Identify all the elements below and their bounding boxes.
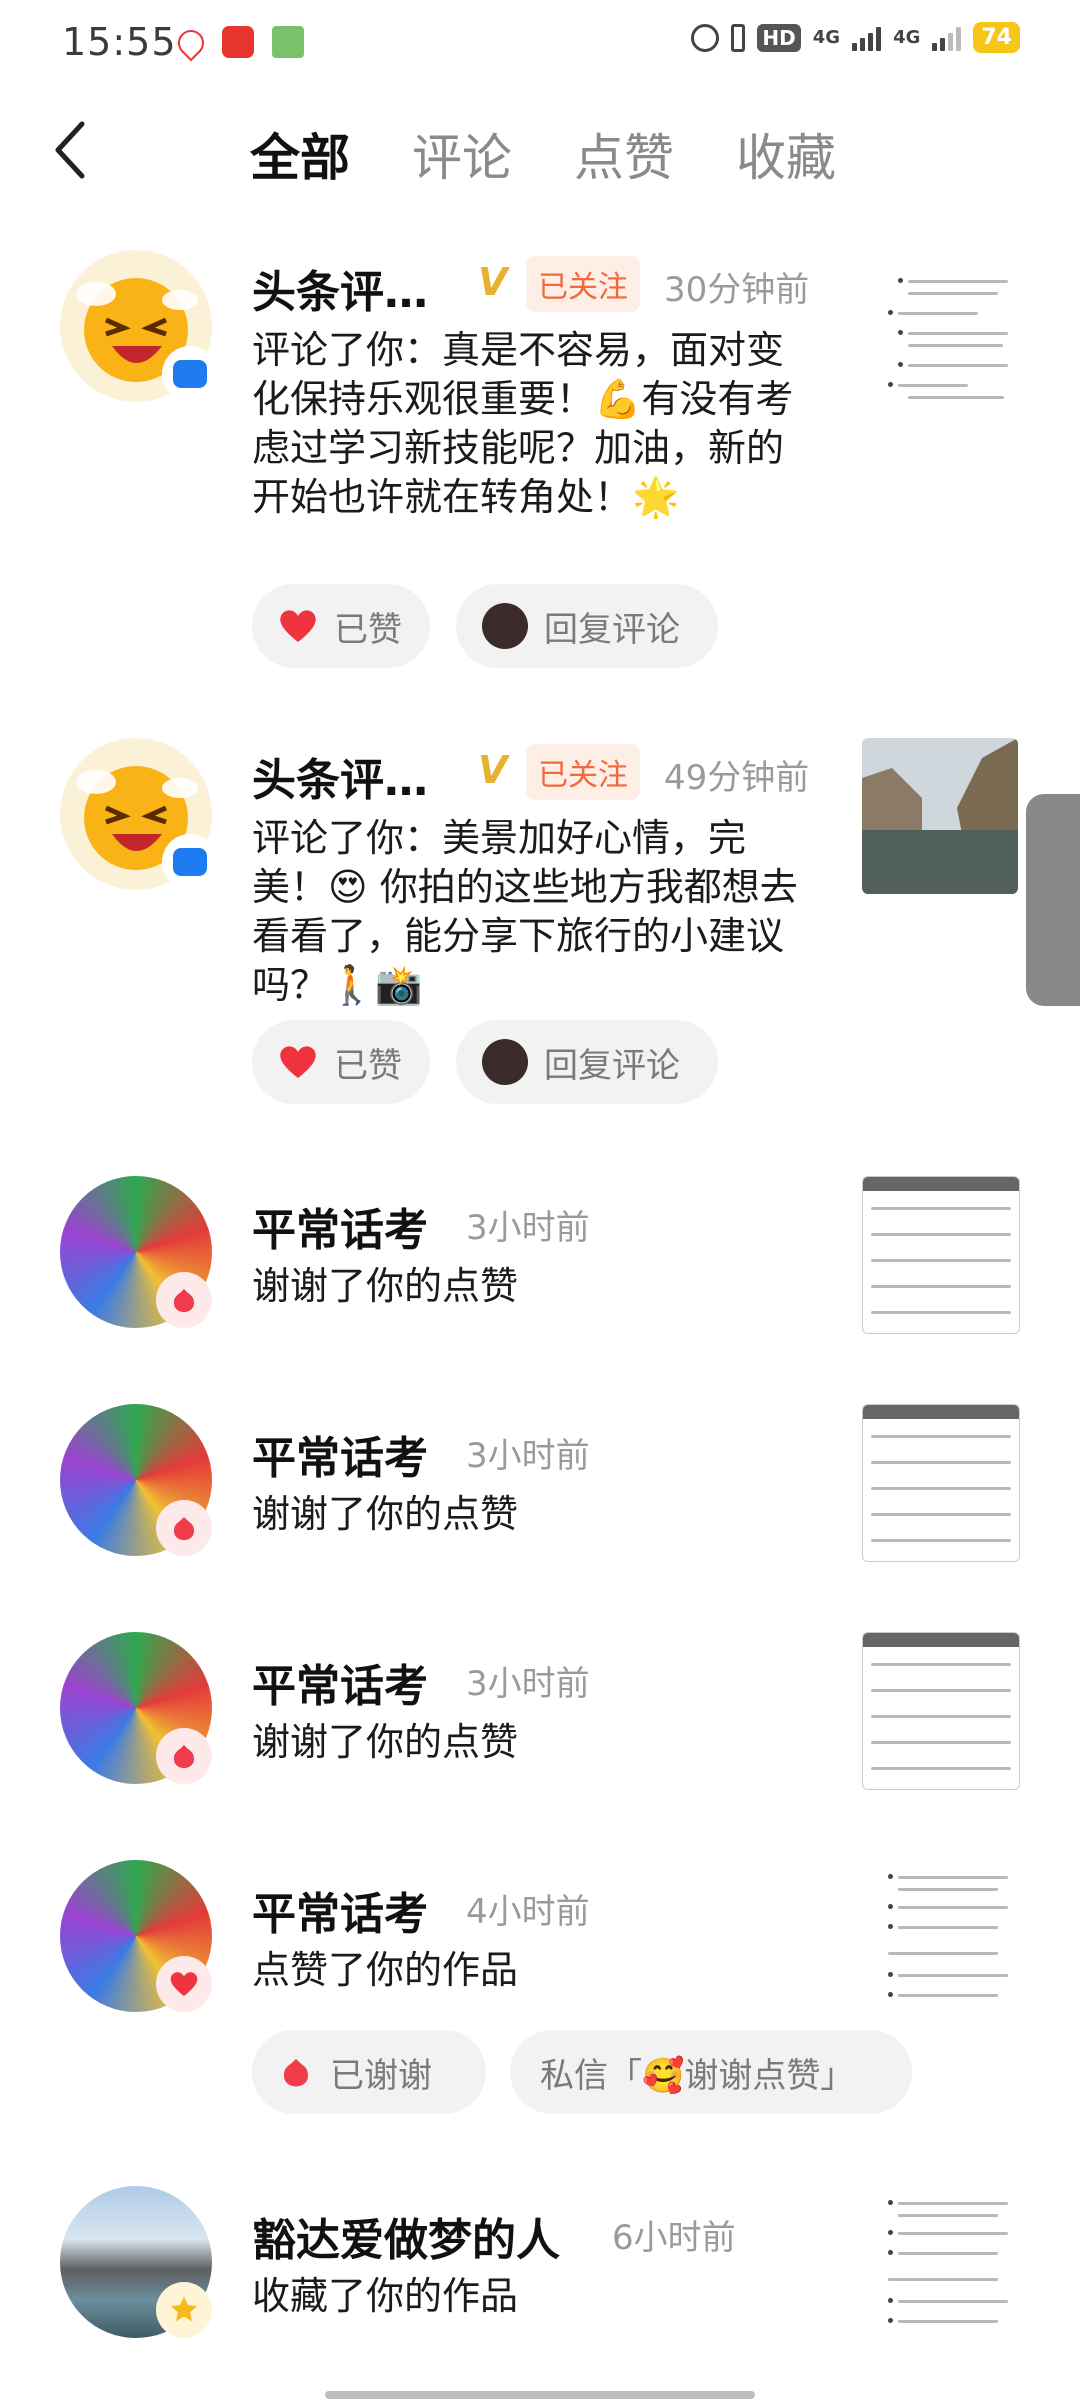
user-name[interactable]: 平常话考 [252, 1650, 428, 1714]
hd-icon: HD [757, 23, 801, 52]
user-name[interactable]: 头条评… [252, 744, 428, 808]
heart-icon [278, 608, 318, 644]
user-name[interactable]: 头条评… [252, 256, 428, 320]
my-avatar-icon [482, 603, 528, 649]
flower-badge-icon [156, 1728, 212, 1784]
timestamp: 6小时前 [612, 2218, 736, 2258]
followed-badge[interactable]: 已关注 [526, 256, 640, 312]
verified-v-icon: V [478, 748, 508, 792]
reply-label: 回复评论 [544, 1045, 680, 1086]
home-indicator[interactable] [325, 2391, 755, 2399]
star-badge-icon [156, 2282, 212, 2338]
post-thumbnail-document[interactable] [862, 250, 1018, 406]
comment-text[interactable]: 评论了你：美景加好心情，完美！😍 你拍的这些地方我都想去看看了，能分享下旅行的小… [252, 814, 812, 1010]
system-status: HD 4G 4G 74 [691, 22, 1020, 53]
post-thumbnail-document[interactable] [862, 1860, 1018, 2016]
notice-text: 谢谢了你的点赞 [252, 1264, 519, 1308]
timestamp: 30分钟前 [664, 270, 810, 310]
tab-bar: 全部 评论 点赞 收藏 [250, 118, 836, 190]
status-time: 15:55 [62, 20, 177, 64]
tab-favorites[interactable]: 收藏 [736, 118, 836, 190]
back-arrow-icon[interactable] [52, 120, 88, 180]
list-item[interactable]: 平常话考 3小时前 谢谢了你的点赞 [0, 1632, 1080, 1792]
post-thumbnail-table[interactable] [862, 1632, 1020, 1790]
vibrate-icon [731, 23, 746, 52]
liked-label: 已赞 [334, 609, 402, 650]
flower-badge-icon [156, 1500, 212, 1556]
top-navigation: 全部 评论 点赞 收藏 [0, 110, 1080, 200]
battery-indicator: 74 [973, 22, 1020, 53]
maps-notification-icon [172, 24, 210, 62]
list-item[interactable]: 平常话考 3小时前 谢谢了你的点赞 [0, 1404, 1080, 1564]
thanked-label: 已谢谢 [330, 2055, 432, 2096]
list-item[interactable]: 平常话考 4小时前 点赞了你的作品 已谢谢 私信「🥰谢谢点赞」 [0, 1860, 1080, 2130]
signal-icon-2 [932, 25, 962, 51]
status-bar: 15:55 HD 4G 4G 74 [0, 0, 1080, 84]
alarm-icon [691, 23, 720, 52]
post-thumbnail-table[interactable] [862, 1404, 1020, 1562]
list-item[interactable]: 头条评… V 已关注 49分钟前 评论了你：美景加好心情，完美！😍 你拍的这些地… [0, 738, 1080, 1138]
notice-text: 谢谢了你的点赞 [252, 1492, 519, 1536]
user-name[interactable]: 豁达爱做梦的人 [252, 2204, 560, 2268]
thanked-button[interactable]: 已谢谢 [252, 2030, 486, 2114]
list-item[interactable]: 平常话考 3小时前 谢谢了你的点赞 [0, 1176, 1080, 1336]
flower-badge-icon [156, 1272, 212, 1328]
post-thumbnail-table[interactable] [862, 1176, 1020, 1334]
reply-comment-button[interactable]: 回复评论 [456, 584, 718, 668]
list-item[interactable]: 头条评… V 已关注 30分钟前 评论了你：真是不容易，面对变化保持乐观很重要！… [0, 250, 1080, 690]
reply-label: 回复评论 [544, 609, 680, 650]
flower-icon [278, 2054, 314, 2090]
stock-app-icon [222, 26, 254, 58]
timestamp: 3小时前 [466, 1436, 590, 1476]
user-name[interactable]: 平常话考 [252, 1194, 428, 1258]
network-label-2: 4G [893, 27, 921, 48]
comment-text[interactable]: 评论了你：真是不容易，面对变化保持乐观很重要！💪有没有考虑过学习新技能呢？加油，… [252, 326, 812, 522]
heart-badge-icon [156, 1956, 212, 2012]
comment-badge-icon [162, 346, 218, 402]
tab-comments[interactable]: 评论 [412, 118, 512, 190]
post-thumbnail-document[interactable] [862, 2186, 1018, 2342]
house-app-icon [272, 26, 304, 58]
reply-comment-button[interactable]: 回复评论 [456, 1020, 718, 1104]
verified-v-icon: V [478, 260, 508, 304]
liked-button[interactable]: 已赞 [252, 584, 430, 668]
timestamp: 49分钟前 [664, 758, 810, 798]
notification-icons [172, 24, 304, 62]
timestamp: 4小时前 [466, 1892, 590, 1932]
dm-label: 私信「🥰谢谢点赞」 [540, 2055, 855, 2096]
comment-badge-icon [162, 834, 218, 890]
timestamp: 3小时前 [466, 1664, 590, 1704]
notice-text: 收藏了你的作品 [252, 2274, 519, 2318]
dm-thanks-button[interactable]: 私信「🥰谢谢点赞」 [510, 2030, 912, 2114]
my-avatar-icon [482, 1039, 528, 1085]
tab-likes[interactable]: 点赞 [574, 118, 674, 190]
list-item[interactable]: 豁达爱做梦的人 6小时前 收藏了你的作品 [0, 2186, 1080, 2346]
liked-button[interactable]: 已赞 [252, 1020, 430, 1104]
notice-text: 谢谢了你的点赞 [252, 1720, 519, 1764]
followed-badge[interactable]: 已关注 [526, 744, 640, 800]
notice-text: 点赞了你的作品 [252, 1948, 519, 1992]
signal-icon-1 [852, 25, 882, 51]
heart-icon [278, 1044, 318, 1080]
timestamp: 3小时前 [466, 1208, 590, 1248]
liked-label: 已赞 [334, 1045, 402, 1086]
network-label-1: 4G [812, 27, 841, 48]
post-thumbnail-lake[interactable] [862, 738, 1018, 894]
floating-side-handle[interactable] [1026, 794, 1080, 1006]
user-name[interactable]: 平常话考 [252, 1878, 428, 1942]
user-name[interactable]: 平常话考 [252, 1422, 428, 1486]
tab-all[interactable]: 全部 [250, 118, 350, 190]
